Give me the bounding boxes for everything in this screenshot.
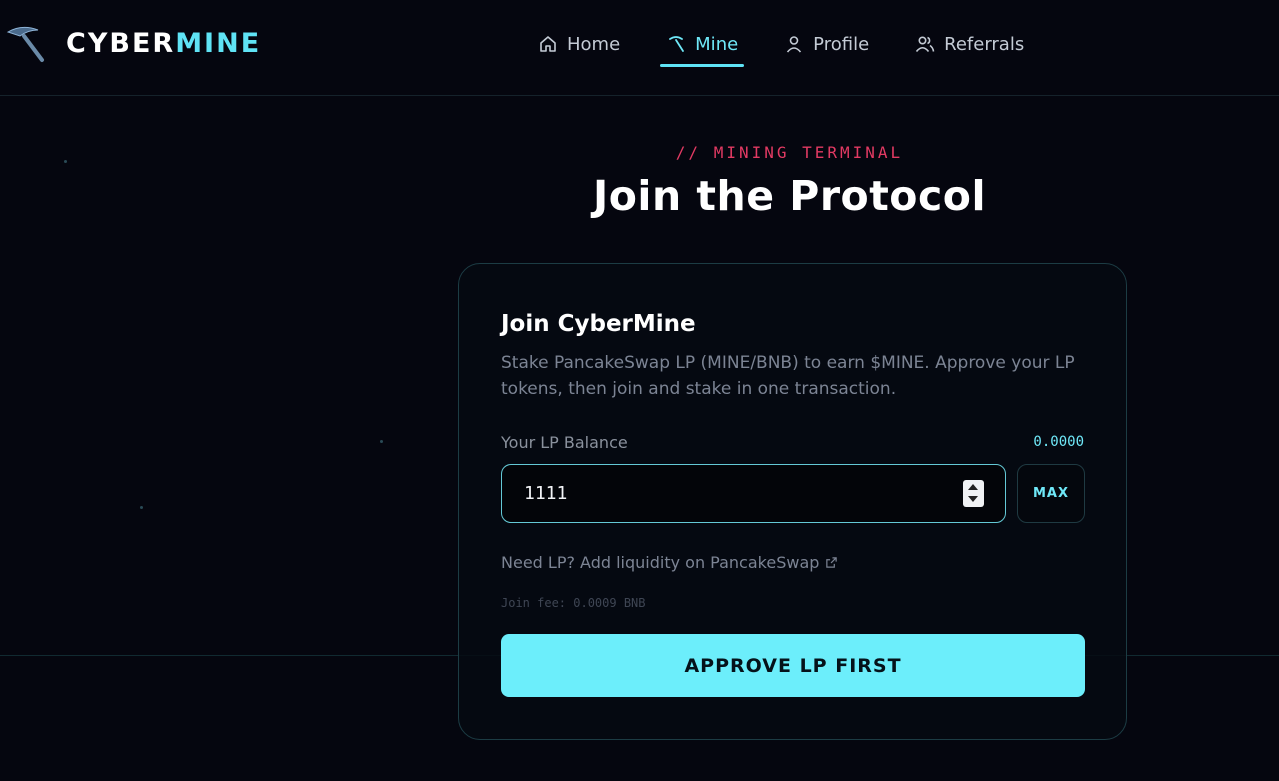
user-icon: [787, 36, 802, 53]
home-icon: [540, 36, 556, 52]
pickaxe-logo-icon: [6, 26, 44, 62]
number-stepper[interactable]: [963, 480, 984, 507]
lp-balance-label: Your LP Balance: [501, 433, 628, 452]
card-description: Stake PancakeSwap LP (MINE/BNB) to earn …: [501, 353, 1075, 399]
nav-item-home[interactable]: Home: [538, 30, 620, 58]
active-tab-indicator: [660, 64, 745, 67]
nav-item-profile[interactable]: Profile: [784, 30, 869, 58]
max-button[interactable]: MAX: [1017, 464, 1085, 523]
logo[interactable]: CYBERMINE: [4, 22, 261, 64]
add-liquidity-link[interactable]: Need LP? Add liquidity on PancakeSwap: [501, 553, 838, 572]
users-icon: [916, 36, 935, 53]
nav-item-label: Mine: [695, 33, 739, 55]
brand-name: CYBERMINE: [66, 28, 261, 59]
brand-part-cyber: CYBER: [66, 27, 176, 59]
top-header: CYBERMINE Home Mine Profile Referrals: [0, 0, 1279, 96]
nav-item-label: Profile: [813, 33, 870, 55]
stepper-up-icon[interactable]: [968, 484, 978, 490]
background-star: [380, 440, 383, 443]
page-title: Join the Protocol: [592, 172, 987, 220]
card-title: Join CyberMine: [501, 311, 696, 337]
section-kicker: // MINING TERMINAL: [675, 143, 904, 162]
lp-amount-input[interactable]: [501, 464, 1006, 523]
pickaxe-icon: [669, 36, 685, 52]
nav-item-referrals[interactable]: Referrals: [915, 30, 1024, 58]
nav-item-mine[interactable]: Mine: [660, 30, 745, 67]
join-card: Join CyberMine Stake PancakeSwap LP (MIN…: [458, 263, 1127, 740]
external-link-icon: [826, 557, 838, 568]
add-liquidity-link-label: Need LP? Add liquidity on PancakeSwap: [501, 553, 820, 572]
nav-item-label: Home: [567, 33, 621, 55]
main-nav: Home Mine Profile Referrals: [538, 30, 1024, 67]
join-fee-text: Join fee: 0.0009 BNB: [501, 596, 646, 610]
brand-part-mine: MINE: [175, 27, 262, 59]
stepper-down-icon[interactable]: [968, 496, 978, 502]
background-star: [140, 506, 143, 509]
nav-item-label: Referrals: [944, 33, 1025, 55]
lp-balance-value: 0.0000: [1033, 434, 1084, 450]
approve-lp-button[interactable]: APPROVE LP FIRST: [501, 634, 1085, 697]
